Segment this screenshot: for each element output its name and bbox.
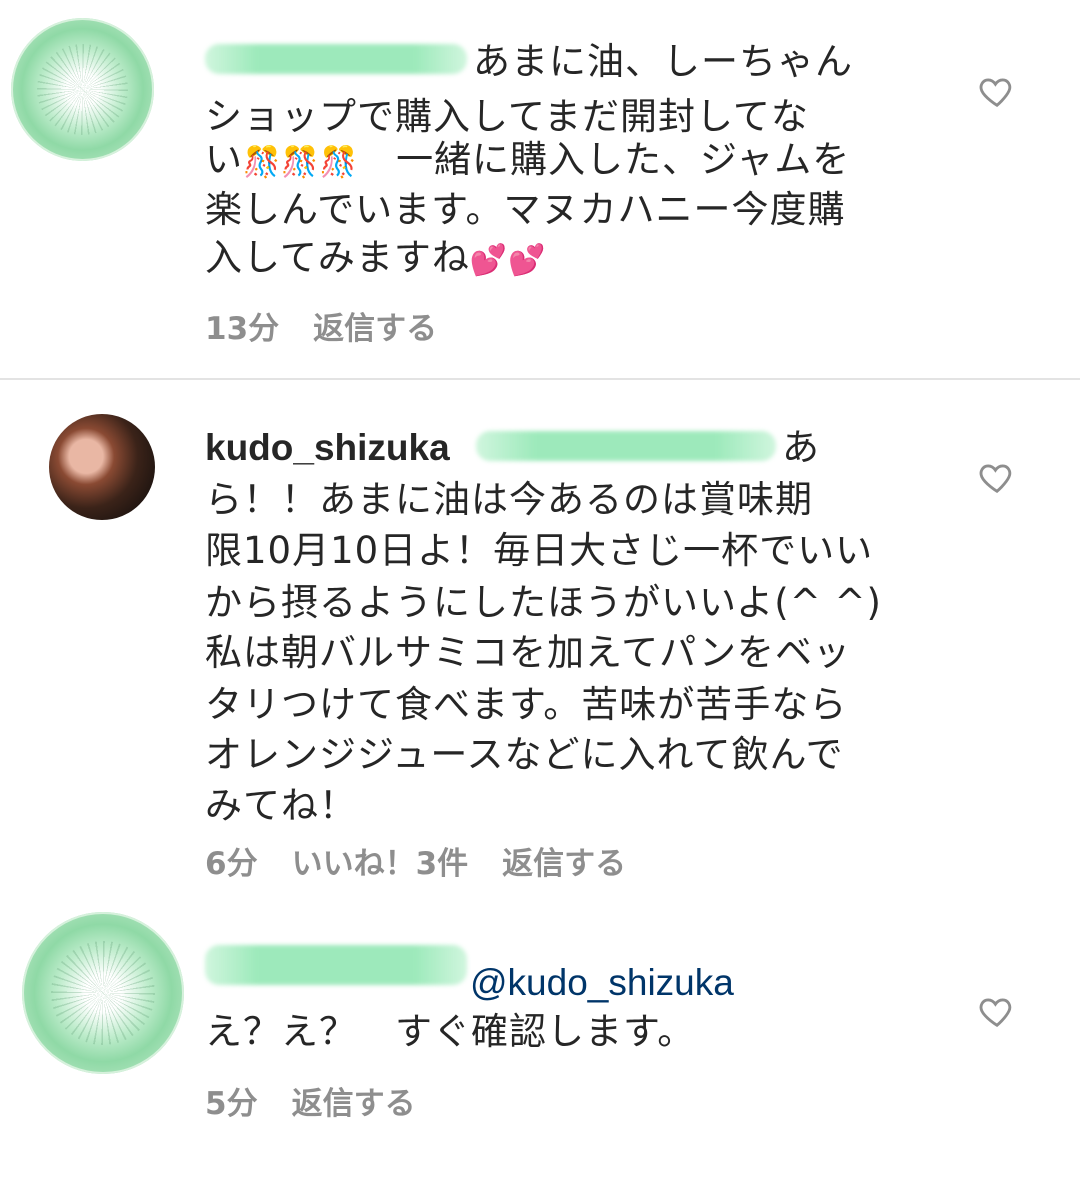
likes-count[interactable]: いいね！3件	[292, 846, 469, 882]
reply-button[interactable]: 返信する	[502, 846, 626, 882]
text-fragment: 一緒に購入した、ジャムを	[396, 138, 851, 181]
heart-icon[interactable]	[978, 458, 1016, 496]
reply-button[interactable]: 返信する	[313, 311, 437, 347]
redacted-username	[205, 44, 467, 74]
avatar[interactable]	[49, 414, 155, 520]
heart-icon[interactable]	[978, 72, 1016, 110]
text-fragment: 入してみますね	[205, 236, 470, 279]
comment-text-line: あまに油、しーちゃん	[473, 40, 853, 83]
comment-text-line: タリつけて食べます。苦味が苦手なら	[205, 683, 848, 726]
comment-text-line: 入してみますね💕💕	[205, 229, 547, 289]
timestamp: 5分	[205, 1086, 258, 1122]
heart-icon[interactable]	[978, 992, 1016, 1030]
heart-emoji-icon: 💕💕	[469, 243, 547, 278]
timestamp: 6分	[205, 846, 258, 882]
comment-text-line: オレンジジュースなどに入れて飲んで	[205, 733, 844, 776]
comment-username[interactable]: kudo_shizuka	[205, 419, 450, 476]
comment-text-line: え？え？ すぐ確認します。	[205, 1010, 696, 1053]
text-fragment: い	[205, 138, 243, 181]
comment-meta: 13分 返信する	[205, 303, 471, 348]
redacted-mention	[476, 431, 776, 461]
comment-meta: 5分 返信する	[205, 1078, 450, 1123]
comment-meta: 6分 いいね！3件 返信する	[205, 838, 660, 883]
comment-text-line: ら！！あまに油は今あるのは賞味期	[205, 478, 813, 521]
comment-text-line: あ	[782, 426, 820, 469]
avatar[interactable]	[22, 912, 184, 1074]
reply-button[interactable]: 返信する	[292, 1086, 416, 1122]
divider	[0, 378, 1080, 380]
comment-text-line: から摂るようにしたほうがいいよ(^ ^)	[205, 581, 882, 624]
redacted-username	[205, 945, 467, 985]
comment-text-line: 限10月10日よ！毎日大さじ一杯でいい	[205, 529, 874, 572]
comment-text-line: 私は朝バルサミコを加えてパンをベッ	[205, 631, 851, 674]
party-emoji-icon: 🎊🎊🎊	[243, 145, 359, 180]
avatar[interactable]	[11, 18, 154, 161]
comment-text-line: みてね！	[205, 784, 357, 827]
timestamp: 13分	[205, 311, 280, 347]
